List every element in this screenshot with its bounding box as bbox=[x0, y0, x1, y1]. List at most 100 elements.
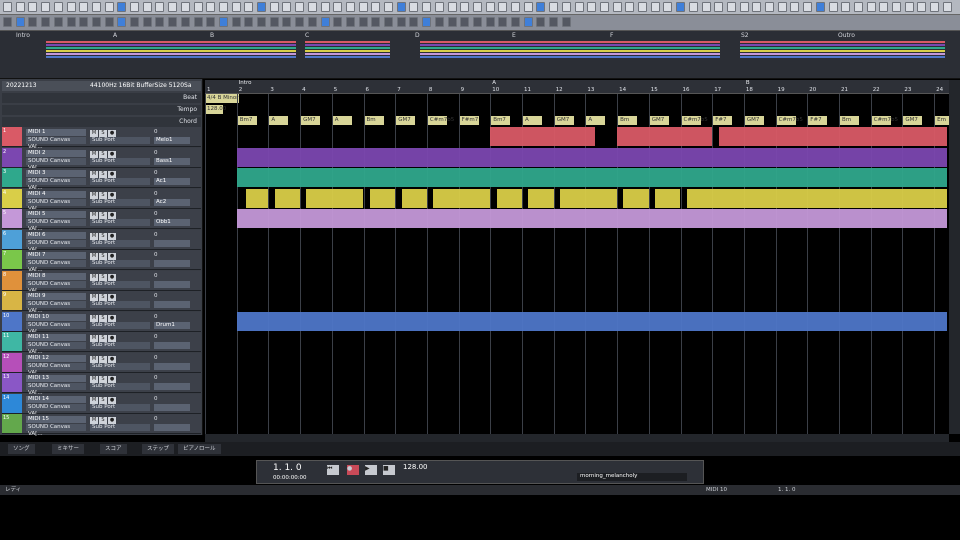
edit-toolbar-button[interactable] bbox=[180, 17, 190, 27]
solo-button[interactable]: S bbox=[99, 232, 107, 240]
track-subport[interactable]: Sub Port bbox=[90, 321, 150, 329]
mute-button[interactable]: M bbox=[90, 130, 98, 137]
toolbar-button[interactable] bbox=[142, 2, 152, 12]
chord-marker[interactable]: C#m7b5 bbox=[427, 116, 454, 125]
edit-toolbar-button[interactable] bbox=[320, 17, 330, 27]
edit-toolbar-button[interactable] bbox=[206, 17, 216, 27]
midi-clip[interactable] bbox=[401, 188, 427, 208]
edit-toolbar-button[interactable] bbox=[218, 17, 228, 27]
solo-button[interactable]: S bbox=[99, 335, 107, 342]
toolbar-button[interactable] bbox=[409, 2, 419, 12]
edit-toolbar-button[interactable] bbox=[434, 17, 444, 27]
toolbar-button[interactable] bbox=[688, 2, 698, 12]
toolbar-button[interactable] bbox=[15, 2, 25, 12]
toolbar-button[interactable] bbox=[295, 2, 305, 12]
toolbar-button[interactable] bbox=[41, 2, 51, 12]
view-tab[interactable]: ソング bbox=[8, 444, 35, 454]
edit-toolbar-button[interactable] bbox=[422, 17, 432, 27]
toolbar-button[interactable] bbox=[320, 2, 330, 12]
toolbar-button[interactable] bbox=[549, 2, 559, 12]
midi-clip[interactable] bbox=[274, 188, 301, 208]
track-subport[interactable]: Sub Port bbox=[90, 403, 150, 411]
toolbar-button[interactable] bbox=[218, 2, 228, 12]
midi-clip[interactable] bbox=[718, 127, 947, 146]
toolbar-button[interactable] bbox=[930, 2, 940, 12]
track-name[interactable]: MIDI 2 bbox=[26, 149, 86, 157]
toolbar-button[interactable] bbox=[942, 2, 952, 12]
edit-toolbar-button[interactable] bbox=[307, 17, 317, 27]
view-tab[interactable]: ミキサー bbox=[52, 444, 85, 454]
edit-toolbar-button[interactable] bbox=[447, 17, 457, 27]
track-name[interactable]: MIDI 6 bbox=[26, 231, 86, 239]
toolbar-button[interactable] bbox=[28, 2, 38, 12]
toolbar-button[interactable] bbox=[866, 2, 876, 12]
track-header[interactable]: 14 MIDI 14 SOUND Canvas VA[... MS● Sub P… bbox=[2, 393, 201, 417]
edit-toolbar-button[interactable] bbox=[193, 17, 203, 27]
mute-button[interactable]: M bbox=[90, 171, 98, 178]
toolbar-button[interactable] bbox=[676, 2, 686, 12]
chord-marker[interactable]: GM7 bbox=[301, 116, 321, 125]
chord-marker[interactable]: A bbox=[523, 116, 543, 125]
track-port[interactable]: SOUND Canvas VA[... bbox=[26, 321, 86, 335]
track-subport[interactable]: Sub Port bbox=[90, 424, 150, 431]
chord-marker[interactable]: F#7 bbox=[808, 116, 828, 125]
midi-clip[interactable] bbox=[246, 188, 269, 208]
edit-toolbar-button[interactable] bbox=[269, 17, 279, 27]
track-subport[interactable]: Sub Port bbox=[90, 362, 150, 370]
chord-marker[interactable]: GM7 bbox=[396, 116, 416, 125]
beat-marker[interactable]: 4/4 B Minor bbox=[205, 94, 239, 103]
track-patch[interactable]: Melo1 bbox=[154, 137, 190, 144]
toolbar-button[interactable] bbox=[91, 2, 101, 12]
solo-button[interactable]: S bbox=[99, 294, 107, 301]
toolbar-button[interactable] bbox=[485, 2, 495, 12]
toolbar-button[interactable] bbox=[282, 2, 292, 12]
mute-button[interactable]: M bbox=[90, 314, 98, 322]
toolbar-button[interactable] bbox=[765, 2, 774, 12]
edit-toolbar-button[interactable] bbox=[523, 17, 533, 27]
rec-button[interactable]: ● bbox=[108, 376, 116, 383]
view-tab[interactable]: ピアノロール bbox=[178, 444, 221, 454]
track-patch[interactable]: Bass1 bbox=[154, 157, 190, 165]
edit-toolbar-button[interactable] bbox=[295, 17, 305, 27]
toolbar-button[interactable] bbox=[345, 2, 355, 12]
track-patch[interactable] bbox=[154, 362, 190, 370]
track-header[interactable]: 11 MIDI 11 SOUND Canvas VA[... MS● Sub P… bbox=[2, 332, 201, 355]
mute-button[interactable]: M bbox=[90, 294, 98, 301]
track-port[interactable]: SOUND Canvas VA[... bbox=[26, 301, 86, 314]
toolbar-button[interactable] bbox=[269, 2, 279, 12]
chord-marker[interactable]: C#m7b5 bbox=[681, 116, 708, 125]
track-port[interactable]: SOUND Canvas VA[... bbox=[26, 239, 86, 253]
edit-toolbar-button[interactable] bbox=[28, 17, 38, 27]
toolbar-button[interactable] bbox=[434, 2, 444, 12]
track-port[interactable]: SOUND Canvas VA[... bbox=[26, 342, 86, 355]
toolbar-button[interactable] bbox=[587, 2, 597, 12]
toolbar-button[interactable] bbox=[155, 2, 165, 12]
track-subport[interactable]: Sub Port bbox=[90, 178, 150, 185]
midi-clip[interactable] bbox=[236, 147, 947, 167]
toolbar-button[interactable] bbox=[701, 2, 711, 12]
midi-clip[interactable] bbox=[623, 188, 649, 208]
track-header[interactable]: 7 MIDI 7 SOUND Canvas VA[... MS● Sub Por… bbox=[2, 250, 201, 273]
toolbar-button[interactable] bbox=[536, 2, 546, 12]
track-port[interactable]: SOUND Canvas VA[... bbox=[26, 403, 86, 417]
track-header[interactable]: 12 MIDI 12 SOUND Canvas VA[... MS● Sub P… bbox=[2, 352, 201, 376]
chord-marker[interactable]: C#m7b5 bbox=[776, 116, 803, 125]
mute-button[interactable]: M bbox=[90, 335, 98, 342]
toolbar-button[interactable] bbox=[384, 2, 393, 12]
track-port[interactable]: SOUND Canvas VA[... bbox=[26, 280, 86, 294]
midi-clip[interactable] bbox=[528, 188, 554, 208]
horizontal-scrollbar[interactable] bbox=[205, 434, 949, 442]
track-subport[interactable]: Sub Port bbox=[90, 239, 150, 247]
track-patch[interactable] bbox=[154, 424, 190, 431]
rec-button[interactable]: ● bbox=[108, 396, 116, 404]
track-name[interactable]: MIDI 15 bbox=[26, 416, 86, 423]
toolbar-button[interactable] bbox=[790, 2, 800, 12]
mute-button[interactable]: M bbox=[90, 253, 98, 260]
edit-toolbar-button[interactable] bbox=[66, 17, 76, 27]
track-header[interactable]: 10 MIDI 10 SOUND Canvas VA[... MS● Sub P… bbox=[2, 311, 201, 335]
track-port[interactable]: SOUND Canvas VA[... bbox=[26, 362, 86, 376]
file-name-field[interactable]: morning_melancholy bbox=[577, 473, 687, 481]
song-overview[interactable]: Intro A B C D E F S2 Outro bbox=[0, 31, 960, 79]
edit-toolbar-button[interactable] bbox=[498, 17, 508, 27]
rec-button[interactable]: ● bbox=[108, 232, 116, 240]
